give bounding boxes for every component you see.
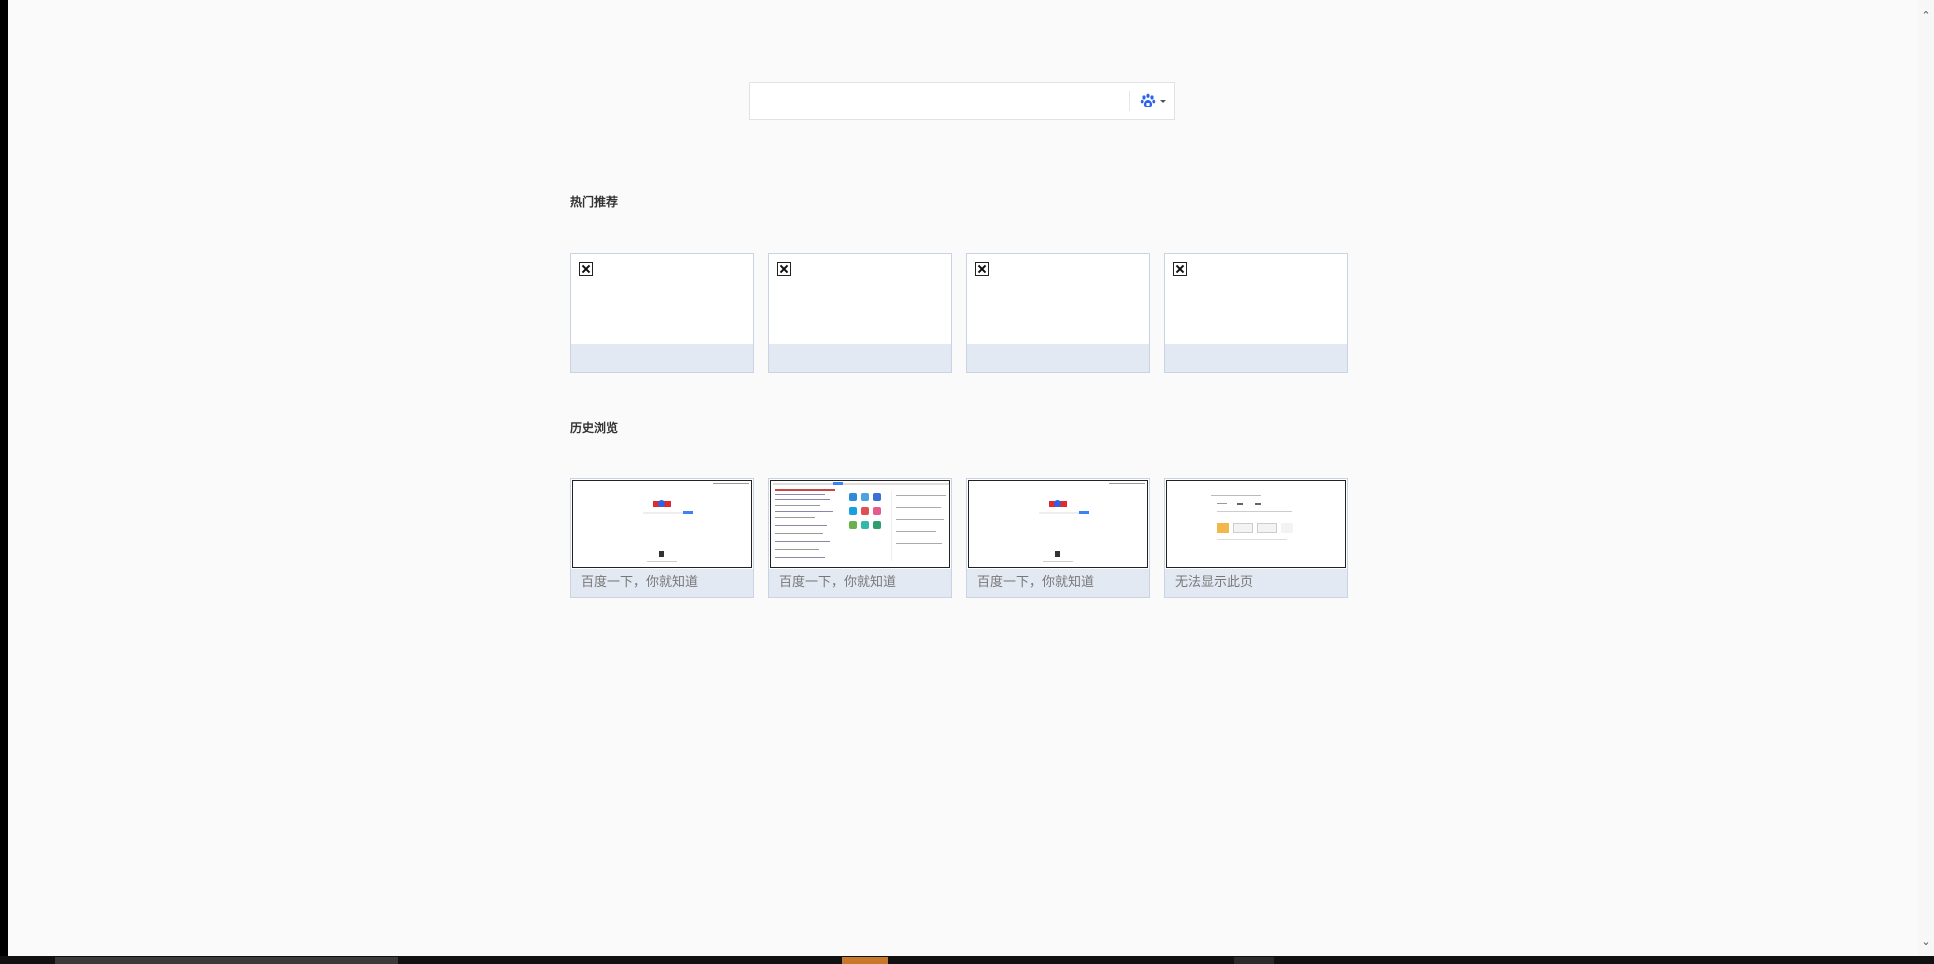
tile-thumbnail [967,254,1149,344]
tile-thumbnail [1165,479,1347,569]
broken-image-icon [777,262,791,276]
tile-thumbnail [1165,254,1347,344]
tile-title: 百度一下，你就知道 [769,569,951,597]
history-tile[interactable]: 百度一下，你就知道 [570,478,754,598]
tile-thumbnail [571,254,753,344]
hot-tile[interactable] [966,253,1150,373]
page-screenshot [572,480,752,568]
history-tile[interactable]: 百度一下，你就知道 [768,478,952,598]
tile-thumbnail [769,254,951,344]
new-tab-page: 热门推荐 历史浏览 百度一下，你就知道 百度一下，你就知道 百度一下，你就知道 … [8,0,1918,956]
taskbar-item-active[interactable] [842,957,888,964]
history-tile[interactable]: 无法显示此页 [1164,478,1348,598]
tile-title [1165,344,1347,372]
page-screenshot [1166,480,1346,568]
page-screenshot [770,480,950,568]
broken-image-icon [975,262,989,276]
tile-thumbnail [967,479,1149,569]
taskbar-item[interactable] [55,957,398,964]
search-engine-selector[interactable] [1134,87,1172,115]
tile-thumbnail [769,479,951,569]
baidu-paw-icon [1140,93,1156,108]
search-box [749,82,1175,120]
taskbar [0,956,1934,964]
tile-title: 百度一下，你就知道 [967,569,1149,597]
section-title-history: 历史浏览 [570,421,619,435]
broken-image-icon [579,262,593,276]
scroll-down-icon[interactable]: ⌄ [1918,934,1934,950]
hot-tile[interactable] [1164,253,1348,373]
tile-title [769,344,951,372]
tile-title [571,344,753,372]
broken-image-icon [1173,262,1187,276]
tile-thumbnail [571,479,753,569]
scroll-up-icon[interactable]: ⌃ [1918,8,1934,24]
divider [1129,91,1130,111]
vertical-scrollbar[interactable]: ⌃ ⌄ [1918,0,1934,956]
section-title-hot: 热门推荐 [570,195,619,209]
tile-title: 无法显示此页 [1165,569,1347,597]
tile-title: 百度一下，你就知道 [571,569,753,597]
history-tile[interactable]: 百度一下，你就知道 [966,478,1150,598]
page-screenshot [968,480,1148,568]
hot-tile[interactable] [768,253,952,373]
taskbar-item[interactable] [1234,957,1274,964]
chevron-down-icon [1160,100,1166,103]
hot-tile[interactable] [570,253,754,373]
search-input[interactable] [750,83,1120,119]
tile-title [967,344,1149,372]
